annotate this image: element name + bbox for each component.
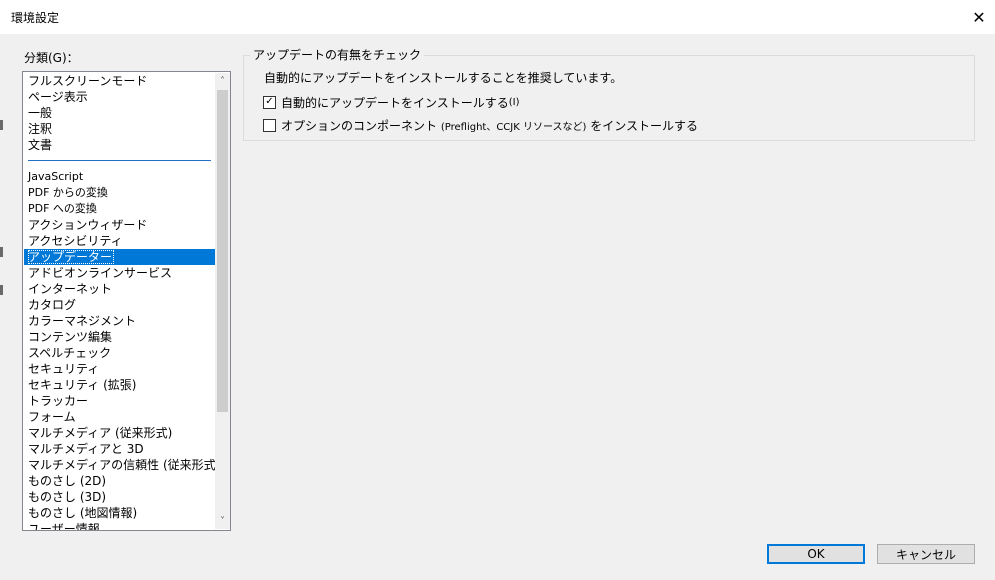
category-item[interactable]: ものさし (2D) (24, 473, 215, 489)
category-item-label: アクセシビリティ (28, 234, 123, 248)
window-title: 環境設定 (11, 11, 60, 25)
optional-components-label-detail: (Preflight、CCJK リソースなど) (440, 121, 587, 133)
category-item[interactable]: フォーム (24, 409, 215, 425)
category-item[interactable]: ユーザー情報 (24, 521, 215, 531)
category-item-label: カラーマネジメント (28, 314, 137, 328)
category-item[interactable]: インターネット (24, 281, 215, 297)
category-scrollbar[interactable]: ˄ ˅ (215, 73, 230, 529)
category-item[interactable]: ページ表示 (24, 89, 215, 105)
category-item[interactable]: JavaScript (24, 169, 215, 185)
category-item[interactable]: アクセシビリティ (24, 233, 215, 249)
optional-components-option[interactable]: オプションのコンポーネント (Preflight、CCJK リソースなど) をイ… (263, 117, 698, 133)
category-item[interactable]: ものさし (地図情報) (24, 505, 215, 521)
category-item[interactable]: コンテンツ編集 (24, 329, 215, 345)
category-item-label: アドビオンラインサービス (28, 266, 173, 280)
category-item-label: セキュリティ (28, 362, 100, 376)
category-item-label: マルチメディア (従来形式) (28, 426, 173, 440)
category-item[interactable]: PDF への変換 (24, 201, 215, 217)
category-label: 分類(G)： (24, 51, 79, 65)
category-item[interactable]: セキュリティ (24, 361, 215, 377)
category-item[interactable]: カラーマネジメント (24, 313, 215, 329)
left-edge-mark (0, 247, 3, 257)
category-item-label: ものさし (3D) (28, 490, 107, 504)
category-item[interactable]: フルスクリーンモード (24, 73, 215, 89)
left-edge-mark (0, 120, 3, 130)
category-item[interactable]: カタログ (24, 297, 215, 313)
auto-install-checkbox[interactable]: ✓ (263, 95, 276, 109)
category-item-label: 一般 (28, 106, 53, 120)
category-item[interactable]: PDF からの変換 (24, 185, 215, 201)
category-item-label: トラッカー (28, 394, 89, 408)
cancel-button[interactable]: キャンセル (877, 544, 975, 564)
optional-components-checkbox[interactable] (263, 118, 276, 132)
category-item[interactable]: スペルチェック (24, 345, 215, 361)
category-item-label: ものさし (地図情報) (28, 506, 138, 520)
category-item-label: ページ表示 (28, 90, 88, 104)
category-item-label: スペルチェック (28, 346, 112, 360)
category-item-label: コンテンツ編集 (28, 330, 113, 344)
category-item-label: インターネット (28, 282, 113, 296)
category-item-label: カタログ (28, 298, 77, 312)
update-check-group-title: アップデートの有無をチェック (250, 46, 425, 63)
auto-install-option[interactable]: ✓ 自動的にアップデートをインストールする (I) (263, 94, 520, 110)
category-item-label: アクションウィザード (28, 218, 148, 232)
category-item-label: PDF への変換 (28, 202, 97, 215)
category-item[interactable]: セキュリティ (拡張) (24, 377, 215, 393)
category-item-label: フルスクリーンモード (28, 74, 148, 88)
category-item-label: 文書 (28, 138, 53, 152)
optional-components-label-suffix: をインストールする (590, 118, 698, 133)
category-list-items: フルスクリーンモード ページ表示一般注釈文書 JavaScript PDF からの変換… (24, 73, 215, 531)
left-edge-mark (0, 285, 3, 295)
check-icon: ✓ (265, 96, 274, 107)
category-list[interactable]: フルスクリーンモード ページ表示一般注釈文書 JavaScript PDF からの変換… (22, 71, 231, 531)
category-separator (24, 153, 215, 169)
category-item[interactable]: 一般 (24, 105, 215, 121)
category-separator-line (28, 160, 211, 161)
category-item-label: マルチメディアと 3D (28, 442, 144, 456)
category-item-label: 注釈 (28, 122, 53, 136)
category-item-label: ものさし (2D) (28, 474, 107, 488)
category-item[interactable]: アドビオンラインサービス (24, 265, 215, 281)
auto-install-label: 自動的にアップデートをインストールする (281, 95, 509, 110)
title-bar: 環境設定 ✕ (0, 0, 995, 34)
category-item-label: ユーザー情報 (28, 522, 100, 531)
scroll-down-icon[interactable]: ˅ (215, 513, 230, 529)
category-item-label: PDF からの変換 (28, 186, 108, 199)
category-item-label: マルチメディアの信頼性 (従来形式) (28, 458, 215, 472)
auto-install-shortcut: (I) (508, 96, 520, 108)
recommend-text: 自動的にアップデートをインストールすることを推奨しています。 (264, 71, 623, 85)
ok-button[interactable]: OK (767, 544, 865, 564)
category-item-label: セキュリティ (拡張) (28, 378, 137, 392)
category-item[interactable]: 注釈 (24, 121, 215, 137)
category-item[interactable]: マルチメディアの信頼性 (従来形式) (24, 457, 215, 473)
category-item[interactable]: アクションウィザード (24, 217, 215, 233)
close-icon[interactable]: ✕ (968, 6, 990, 28)
category-item-label: フォーム (28, 410, 76, 424)
category-item[interactable]: トラッカー (24, 393, 215, 409)
category-item[interactable]: ものさし (3D) (24, 489, 215, 505)
category-item[interactable]: アップデーター (24, 249, 215, 265)
scroll-up-icon[interactable]: ˄ (215, 73, 230, 89)
category-item[interactable]: マルチメディア (従来形式) (24, 425, 215, 441)
category-item[interactable]: マルチメディアと 3D (24, 441, 215, 457)
category-item[interactable]: 文書 (24, 137, 215, 153)
scroll-thumb[interactable] (217, 90, 228, 412)
optional-components-label-prefix: オプションのコンポーネント (281, 118, 438, 133)
category-item-label: アップデーター (28, 250, 115, 264)
category-item-label: JavaScript (28, 170, 84, 183)
